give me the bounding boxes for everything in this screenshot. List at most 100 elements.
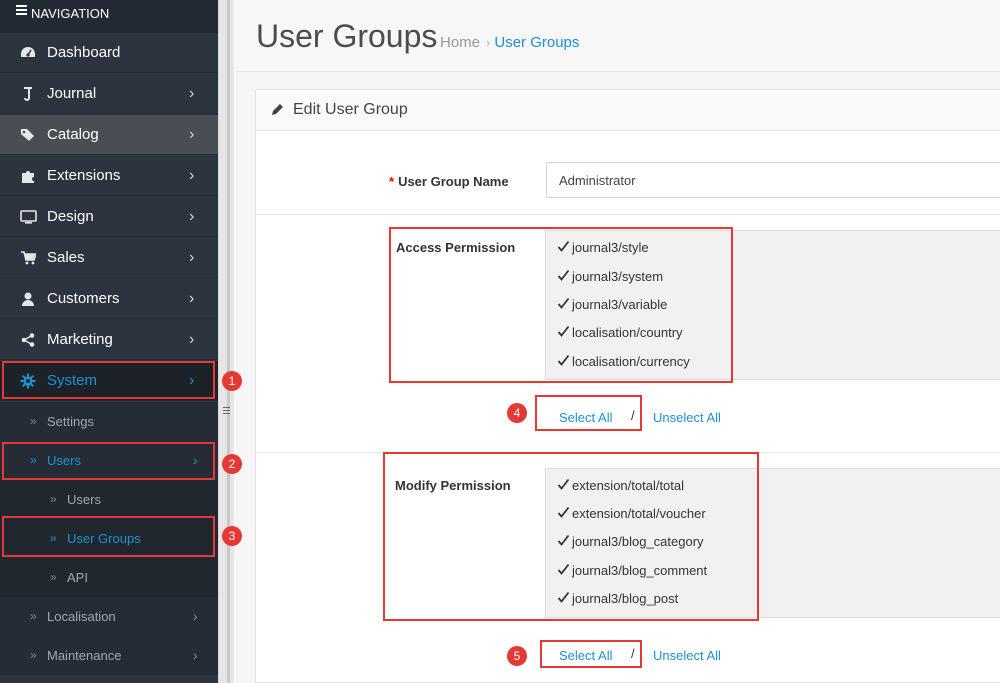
sidebar-item-marketing[interactable]: Marketing › bbox=[0, 320, 218, 360]
sidebar-subitem-label: Settings bbox=[47, 414, 94, 429]
sidebar-subitem-user-groups[interactable]: » User Groups bbox=[0, 519, 218, 558]
double-chevron-right-icon: » bbox=[30, 648, 37, 662]
step-badge-5: 5 bbox=[507, 646, 527, 666]
sidebar-item-label: Customers bbox=[47, 290, 120, 307]
checkbox-checked-icon[interactable] bbox=[557, 240, 570, 253]
breadcrumb: Home › User Groups bbox=[440, 34, 579, 51]
modify-permission-row: Modify Permission extension/total/total … bbox=[256, 453, 1000, 683]
link-separator: / bbox=[631, 408, 635, 423]
resize-bar bbox=[227, 0, 230, 683]
permission-label: journal3/system bbox=[572, 269, 664, 284]
group-name-label-text: User Group Name bbox=[398, 174, 509, 189]
breadcrumb-home-link[interactable]: Home bbox=[440, 34, 480, 51]
checkbox-checked-icon[interactable] bbox=[557, 506, 570, 519]
checkbox-checked-icon[interactable] bbox=[557, 269, 570, 282]
modify-permission-list[interactable]: extension/total/total extension/total/vo… bbox=[545, 468, 1000, 618]
access-unselect-all-link[interactable]: Unselect All bbox=[653, 410, 721, 425]
panel-title: Edit User Group bbox=[293, 101, 408, 118]
modify-unselect-all-link[interactable]: Unselect All bbox=[653, 648, 721, 663]
sidebar-subitem-label: Localisation bbox=[47, 609, 116, 624]
chevron-right-icon: › bbox=[193, 452, 198, 468]
step-badge-3: 3 bbox=[222, 526, 242, 546]
sidebar-subitem-label: Users bbox=[67, 492, 101, 507]
step-badge-4: 4 bbox=[507, 403, 527, 423]
checkbox-checked-icon[interactable] bbox=[557, 478, 570, 491]
step-badge-1: 1 bbox=[222, 371, 242, 391]
modify-select-all-link[interactable]: Select All bbox=[559, 648, 612, 663]
permission-label: extension/total/total bbox=[572, 478, 685, 493]
double-chevron-right-icon: » bbox=[50, 531, 57, 545]
sidebar-subitem-label: Maintenance bbox=[47, 648, 122, 663]
user-icon bbox=[19, 279, 37, 319]
sidebar-item-design[interactable]: Design › bbox=[0, 197, 218, 237]
sidebar-item-catalog[interactable]: Catalog › bbox=[0, 115, 218, 155]
permission-label: journal3/variable bbox=[572, 297, 668, 312]
permission-label: localisation/country bbox=[572, 325, 683, 340]
sidebar-subitem-api[interactable]: » API bbox=[0, 558, 218, 597]
chevron-right-icon: › bbox=[193, 647, 198, 663]
access-permission-label: Access Permission bbox=[396, 240, 516, 255]
group-name-row: * User Group Name bbox=[256, 132, 1000, 215]
sidebar-item-label: System bbox=[47, 372, 98, 389]
dashboard-icon bbox=[19, 33, 37, 73]
double-chevron-right-icon: » bbox=[30, 414, 37, 428]
sidebar-item-sales[interactable]: Sales › bbox=[0, 238, 218, 278]
pencil-icon bbox=[271, 103, 284, 119]
chevron-right-icon: › bbox=[189, 372, 195, 389]
journal-icon bbox=[19, 74, 37, 114]
sidebar-item-label: Design bbox=[47, 208, 94, 225]
breadcrumb-separator: › bbox=[486, 35, 491, 50]
sidebar-subitem-users[interactable]: » Users › bbox=[0, 441, 218, 480]
main-content: User Groups Home › User Groups Edit User G… bbox=[235, 0, 1000, 683]
sidebar-item-label: Dashboard bbox=[47, 44, 121, 61]
permission-label: localisation/currency bbox=[572, 354, 690, 369]
sidebar: NAVIGATION Dashboard Journal › Catalog ›… bbox=[0, 0, 218, 683]
chevron-right-icon: › bbox=[189, 167, 195, 184]
sidebar-item-journal[interactable]: Journal › bbox=[0, 74, 218, 114]
grip-icon[interactable] bbox=[223, 405, 230, 415]
checkbox-checked-icon[interactable] bbox=[557, 354, 570, 367]
sidebar-resize-handle[interactable] bbox=[218, 0, 234, 683]
modify-permission-label: Modify Permission bbox=[395, 478, 511, 493]
sidebar-item-extensions[interactable]: Extensions › bbox=[0, 156, 218, 196]
access-select-all-link[interactable]: Select All bbox=[559, 410, 612, 425]
sidebar-subitem-localisation[interactable]: » Localisation › bbox=[0, 597, 218, 636]
navigation-header[interactable]: NAVIGATION bbox=[0, 0, 218, 33]
sidebar-item-dashboard[interactable]: Dashboard bbox=[0, 33, 218, 73]
sidebar-subitem-users-list[interactable]: » Users bbox=[0, 480, 218, 519]
permission-label: journal3/blog_post bbox=[572, 591, 679, 606]
double-chevron-right-icon: » bbox=[50, 492, 57, 506]
sidebar-subitem-label: User Groups bbox=[67, 531, 141, 546]
checkbox-checked-icon[interactable] bbox=[557, 563, 570, 576]
chevron-right-icon: › bbox=[189, 208, 195, 225]
tags-icon bbox=[19, 115, 37, 155]
group-name-input[interactable] bbox=[546, 162, 1000, 198]
share-icon bbox=[19, 320, 37, 360]
sidebar-item-system[interactable]: System › bbox=[0, 361, 218, 401]
breadcrumb-current-link[interactable]: User Groups bbox=[494, 34, 579, 51]
sidebar-item-label: Journal bbox=[47, 85, 97, 102]
checkbox-checked-icon[interactable] bbox=[557, 591, 570, 604]
permission-label: journal3/style bbox=[572, 240, 649, 255]
sidebar-subitem-settings[interactable]: » Settings bbox=[0, 402, 218, 441]
checkbox-checked-icon[interactable] bbox=[557, 297, 570, 310]
sidebar-subitem-label: API bbox=[67, 570, 88, 585]
hamburger-menu-icon[interactable] bbox=[16, 3, 27, 17]
permission-label: extension/total/voucher bbox=[572, 506, 706, 521]
panel-heading: Edit User Group bbox=[256, 90, 1000, 131]
permission-label: journal3/blog_comment bbox=[572, 563, 708, 578]
chevron-right-icon: › bbox=[189, 331, 195, 348]
sidebar-item-customers[interactable]: Customers › bbox=[0, 279, 218, 319]
checkbox-checked-icon[interactable] bbox=[557, 534, 570, 547]
double-chevron-right-icon: » bbox=[30, 453, 37, 467]
navigation-header-label: NAVIGATION bbox=[31, 6, 110, 21]
checkbox-checked-icon[interactable] bbox=[557, 325, 570, 338]
access-permission-list[interactable]: journal3/style journal3/system journal3/… bbox=[545, 230, 1000, 380]
sidebar-subitem-maintenance[interactable]: » Maintenance › bbox=[0, 636, 218, 675]
permission-label: journal3/blog_category bbox=[572, 534, 704, 549]
chevron-right-icon: › bbox=[189, 126, 195, 143]
chevron-right-icon: › bbox=[193, 608, 198, 624]
group-name-label: * User Group Name bbox=[389, 174, 509, 189]
chevron-right-icon: › bbox=[189, 249, 195, 266]
link-separator: / bbox=[631, 646, 635, 661]
